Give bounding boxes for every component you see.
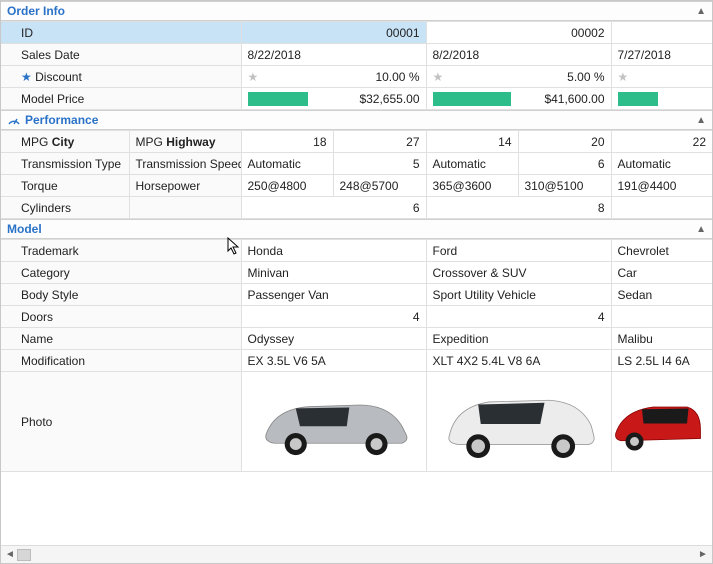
cell-doors[interactable]: 4 <box>241 306 426 328</box>
price-bar <box>248 92 308 106</box>
label-trans-type: Transmission Type <box>1 153 129 175</box>
group-header-performance[interactable]: Performance ▲ <box>1 110 712 130</box>
cell-cylinders[interactable]: 8 <box>426 197 611 219</box>
cell-sales-date[interactable]: 7/27/2018 <box>611 44 712 66</box>
cell-sales-date[interactable]: 8/2/2018 <box>426 44 611 66</box>
cell-name[interactable]: Odyssey <box>241 328 426 350</box>
cell-modification[interactable]: XLT 4X2 5.4L V8 6A <box>426 350 611 372</box>
cell-hp[interactable]: 248@5700 <box>333 175 426 197</box>
cell-photo[interactable] <box>426 372 611 472</box>
cell-photo[interactable] <box>611 372 712 472</box>
star-icon: ★ <box>248 70 259 84</box>
cell-name[interactable]: Expedition <box>426 328 611 350</box>
label-model-price: Model Price <box>1 88 241 110</box>
cell-name[interactable]: Malibu <box>611 328 712 350</box>
label-name: Name <box>1 328 241 350</box>
label-mpg-city: MPG City <box>1 131 129 153</box>
cell-trans-speeds[interactable]: 6 <box>518 153 611 175</box>
car-icon <box>434 374 604 469</box>
scroll-left-icon[interactable]: ◄ <box>3 549 17 560</box>
cell-price[interactable] <box>611 88 712 110</box>
label-trademark: Trademark <box>1 240 241 262</box>
horizontal-scrollbar[interactable]: ◄ ► <box>1 545 712 563</box>
cell-torque[interactable]: 191@4400 <box>611 175 712 197</box>
cell-cylinders[interactable]: 6 <box>241 197 426 219</box>
cell-trans-type[interactable]: Automatic <box>611 153 712 175</box>
scroll-track[interactable] <box>17 549 696 561</box>
price-bar <box>433 92 511 106</box>
performance-grid: MPG City MPG Highway 18 27 14 20 22 Tran… <box>1 130 712 219</box>
cell-mpg-city[interactable]: 14 <box>426 131 518 153</box>
label-doors: Doors <box>1 306 241 328</box>
cell-discount[interactable]: ★5.00 % <box>426 66 611 88</box>
cell-mpg-hwy[interactable]: 27 <box>333 131 426 153</box>
cell-price[interactable]: $32,655.00 <box>241 88 426 110</box>
label-modification: Modification <box>1 350 241 372</box>
order-info-grid: ID 00001 00002 Sales Date 8/22/2018 8/2/… <box>1 21 712 110</box>
group-header-order[interactable]: Order Info ▲ <box>1 1 712 21</box>
cell-modification[interactable]: EX 3.5L V6 5A <box>241 350 426 372</box>
cell-id[interactable]: 00001 <box>241 22 426 44</box>
collapse-icon[interactable]: ▲ <box>696 115 706 126</box>
cell-category[interactable]: Minivan <box>241 262 426 284</box>
group-title: Order Info <box>7 4 696 18</box>
model-grid: Trademark Honda Ford Chevrolet Category … <box>1 239 712 472</box>
cell-torque[interactable]: 250@4800 <box>241 175 333 197</box>
cell-body-style[interactable]: Passenger Van <box>241 284 426 306</box>
star-icon: ★ <box>21 70 32 84</box>
cell-mpg-city[interactable]: 18 <box>241 131 333 153</box>
cell-modification[interactable]: LS 2.5L I4 6A <box>611 350 712 372</box>
price-bar <box>618 92 658 106</box>
label-body-style: Body Style <box>1 284 241 306</box>
cell-trademark[interactable]: Ford <box>426 240 611 262</box>
group-title: Model <box>7 222 696 236</box>
cell-discount[interactable]: ★ <box>611 66 712 88</box>
label-torque: Torque <box>1 175 129 197</box>
label-category: Category <box>1 262 241 284</box>
cell-category[interactable]: Crossover & SUV <box>426 262 611 284</box>
label-trans-speeds: Transmission Speeds <box>129 153 241 175</box>
car-icon <box>612 382 702 462</box>
cell-photo[interactable] <box>241 372 426 472</box>
group-header-model[interactable]: Model ▲ <box>1 219 712 239</box>
label-id: ID <box>1 22 241 44</box>
label-photo: Photo <box>1 372 241 472</box>
cell-category[interactable]: Car <box>611 262 712 284</box>
cell-discount[interactable]: ★10.00 % <box>241 66 426 88</box>
cell-trademark[interactable]: Honda <box>241 240 426 262</box>
group-title: Performance <box>25 113 696 127</box>
cell-id[interactable] <box>611 22 712 44</box>
cell-mpg-hwy[interactable]: 20 <box>518 131 611 153</box>
star-icon: ★ <box>433 70 444 84</box>
gauge-icon <box>7 113 21 127</box>
cell-doors[interactable]: 4 <box>426 306 611 328</box>
cell-body-style[interactable]: Sport Utility Vehicle <box>426 284 611 306</box>
cell-id[interactable]: 00002 <box>426 22 611 44</box>
collapse-icon[interactable]: ▲ <box>696 6 706 17</box>
cell-trans-speeds[interactable]: 5 <box>333 153 426 175</box>
cell-price[interactable]: $41,600.00 <box>426 88 611 110</box>
cell-mpg-hwy[interactable]: 22 <box>611 131 712 153</box>
label-mpg-highway: MPG Highway <box>129 131 241 153</box>
cell-hp[interactable]: 310@5100 <box>518 175 611 197</box>
cell-cylinders[interactable] <box>611 197 712 219</box>
label-discount: ★ Discount <box>1 66 241 88</box>
cell-body-style[interactable]: Sedan <box>611 284 712 306</box>
scroll-right-icon[interactable]: ► <box>696 549 710 560</box>
label-horsepower: Horsepower <box>129 175 241 197</box>
cell-torque[interactable]: 365@3600 <box>426 175 518 197</box>
cell-doors[interactable] <box>611 306 712 328</box>
scroll-thumb[interactable] <box>17 549 31 561</box>
cell-trademark[interactable]: Chevrolet <box>611 240 712 262</box>
label-cylinders: Cylinders <box>1 197 129 219</box>
cell-trans-type[interactable]: Automatic <box>241 153 333 175</box>
cell-trans-type[interactable]: Automatic <box>426 153 518 175</box>
collapse-icon[interactable]: ▲ <box>696 224 706 235</box>
cell-sales-date[interactable]: 8/22/2018 <box>241 44 426 66</box>
star-icon: ★ <box>618 70 629 84</box>
car-icon <box>249 377 419 467</box>
label-sales-date: Sales Date <box>1 44 241 66</box>
